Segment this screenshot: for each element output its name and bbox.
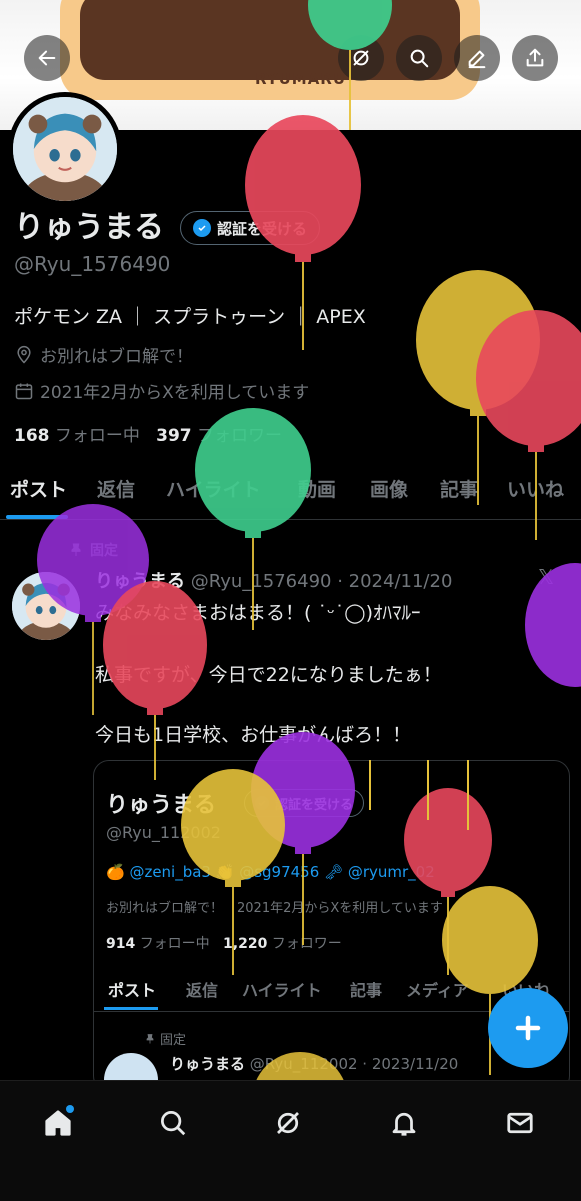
following-label: フォロー中 — [54, 426, 140, 446]
embedded-followers-count: 1,220 — [223, 936, 268, 952]
nav-home[interactable] — [38, 1103, 78, 1143]
profile-display-name: りゅうまる — [14, 210, 164, 245]
embedded-post-handle-date: @Ryu_112002 · 2023/11/20 — [249, 1055, 459, 1073]
active-tab-indicator — [6, 515, 68, 519]
search-button[interactable] — [396, 35, 442, 81]
explore-icon — [161, 1111, 186, 1136]
pin-icon — [146, 1033, 154, 1043]
embedded-follow-stats: 914 フォロー中 1,220 フォロワー — [106, 933, 342, 953]
joined-text: 2021年2月からXを利用しています — [40, 383, 310, 403]
following-link[interactable]: 168 フォロー中 — [14, 426, 140, 446]
embedded-tab: ハイライト — [242, 981, 322, 1000]
profile-tabs: ポスト 返信 ハイライト 動画 画像 記事 いいね — [0, 472, 581, 520]
search-icon — [410, 49, 429, 68]
embedded-followers-label: フォロワー — [271, 936, 342, 952]
embedded-tab: 返信 — [186, 981, 219, 1000]
post-handle-date: @Ryu_1576490 · 2024/11/20 — [190, 571, 453, 592]
followers-link[interactable]: 397 フォロワー — [156, 426, 282, 446]
tab-videos[interactable]: 動画 — [298, 475, 336, 502]
post-author-name[interactable]: りゅうまる — [95, 571, 185, 592]
embedded-post-author: りゅうまる — [170, 1055, 246, 1073]
tab-photos[interactable]: 画像 — [370, 475, 408, 502]
post-line-3: 今日も1日学校、お仕事がんばろ！！ — [95, 724, 412, 746]
compose-post-button[interactable] — [488, 988, 568, 1068]
embedded-display-name: りゅうまる — [106, 793, 217, 818]
messages-icon — [507, 1112, 533, 1134]
followers-count: 397 — [156, 426, 192, 446]
embedded-links: 🍊 @zeni_ba3 👏 @sg97456 🗝 @ryumr_02 — [106, 863, 435, 881]
avatar-illustration — [13, 97, 117, 201]
location-text: お別れはブロ解で！ — [40, 347, 193, 367]
x-logo-icon: 𝕏 — [538, 565, 555, 589]
grok-button[interactable] — [338, 35, 384, 81]
share-icon — [526, 48, 544, 67]
grok-icon — [353, 50, 369, 66]
post-line-2: 私事ですが、今日で22になりましたぁ！ — [95, 664, 442, 686]
avatar-illustration — [12, 572, 80, 640]
location-icon — [17, 345, 31, 364]
embedded-verify-label: 認証を受ける — [275, 797, 354, 813]
profile-avatar[interactable] — [8, 92, 122, 206]
embedded-pinned: 固定 — [144, 1029, 186, 1048]
nav-messages[interactable] — [500, 1103, 540, 1143]
pinned-indicator: 固定 — [68, 540, 118, 560]
get-verified-button[interactable]: 認証を受ける — [180, 211, 321, 245]
nav-grok[interactable] — [268, 1103, 308, 1143]
back-arrow-icon — [38, 50, 56, 66]
embedded-location: お別れはブロ解で！ — [106, 901, 224, 916]
following-count: 168 — [14, 426, 50, 446]
embedded-following-label: フォロー中 — [139, 936, 210, 952]
profile-joined: 2021年2月からXを利用しています — [14, 378, 309, 403]
follow-stats: 168 フォロー中 397 フォロワー — [14, 421, 282, 446]
embedded-post-header: りゅうまる @Ryu_112002 · 2023/11/20 — [170, 1053, 458, 1074]
notifications-icon — [392, 1112, 416, 1136]
verified-badge-icon — [255, 796, 269, 810]
verified-badge-icon — [193, 219, 211, 237]
tab-posts[interactable]: ポスト — [10, 475, 67, 502]
profile-location: お別れはブロ解で！ — [14, 342, 193, 367]
post-author-avatar[interactable] — [12, 572, 80, 640]
post-line-1: みなみなさまおはまる！( ˙ᵕ˙◯)ｵﾊﾏﾙｰ — [95, 602, 421, 624]
bottom-navigation — [0, 1080, 581, 1201]
profile-handle: @Ryu_1576490 — [14, 252, 171, 276]
embedded-tab-indicator — [104, 1007, 158, 1010]
tab-highlights[interactable]: ハイライト — [166, 475, 261, 502]
embedded-verify-button: 認証を受ける — [244, 789, 365, 817]
embedded-tab: メディア — [406, 981, 469, 1000]
nav-explore[interactable] — [153, 1103, 193, 1143]
tab-likes[interactable]: いいね — [507, 475, 564, 502]
tab-articles[interactable]: 記事 — [440, 475, 478, 502]
embedded-meta: お別れはブロ解で！ 2021年2月からXを利用しています — [106, 897, 443, 916]
banner-logo-text: RYUMARU — [255, 70, 347, 88]
share-button[interactable] — [512, 35, 558, 81]
get-verified-label: 認証を受ける — [217, 219, 308, 238]
profile-bio: ポケモン ZA ｜ スプラトゥーン ｜ APEX — [14, 306, 366, 328]
calendar-icon — [15, 383, 33, 399]
grok-nav-icon — [277, 1112, 299, 1134]
edit-button[interactable] — [454, 35, 500, 81]
back-button[interactable] — [24, 35, 70, 81]
post-header: りゅうまる @Ryu_1576490 · 2024/11/20 — [95, 567, 452, 593]
followers-label: フォロワー — [197, 426, 283, 446]
pin-icon — [71, 543, 81, 556]
nav-notifications[interactable] — [384, 1103, 424, 1143]
embedded-handle: @Ryu_112002 — [106, 823, 221, 842]
tab-replies[interactable]: 返信 — [97, 475, 135, 502]
balloon-yellow-right — [416, 270, 540, 505]
embedded-tab: 記事 — [350, 981, 383, 1000]
embedded-pinned-label: 固定 — [160, 1033, 187, 1048]
embedded-tab: ポスト — [108, 981, 157, 1000]
home-notification-dot — [66, 1105, 74, 1113]
embedded-joined: 2021年2月からXを利用しています — [237, 901, 443, 916]
pinned-label: 固定 — [90, 543, 118, 559]
embedded-following-count: 914 — [106, 936, 136, 952]
edit-icon — [468, 50, 486, 69]
plus-icon — [515, 1015, 541, 1041]
